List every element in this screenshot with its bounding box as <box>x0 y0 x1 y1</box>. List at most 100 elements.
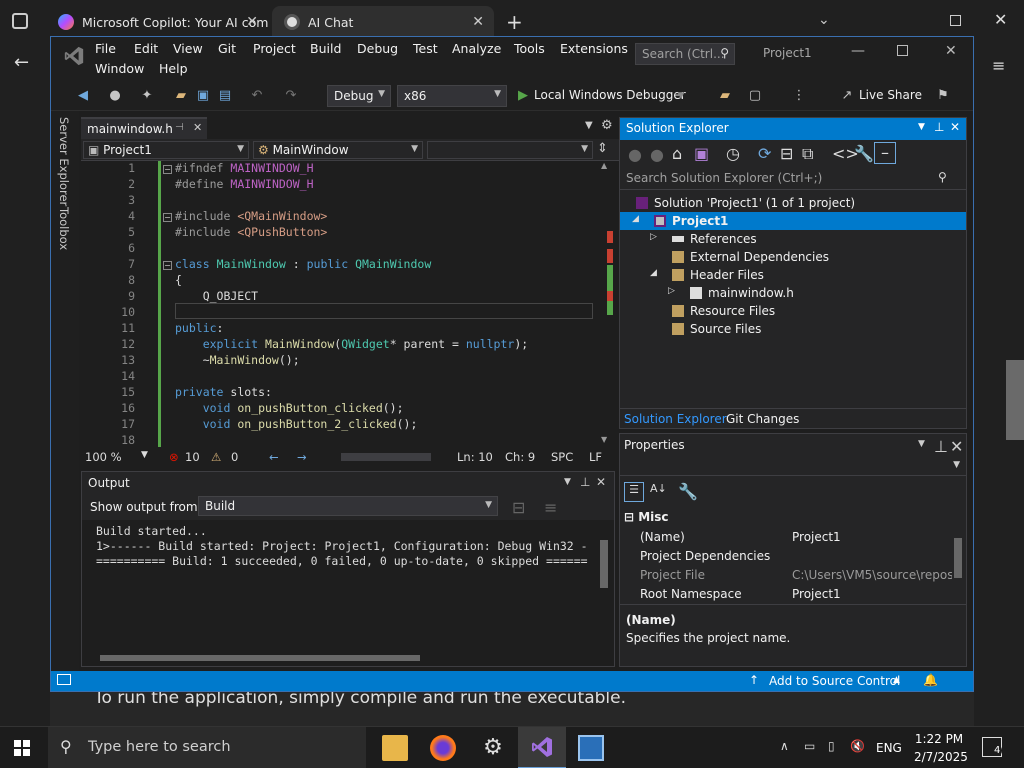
property-row-project-file[interactable]: Project File C:\Users\VM5\source\repos\P <box>620 566 952 585</box>
tree-item-header-files[interactable]: ◢ Header Files <box>620 266 966 284</box>
feedback-icon[interactable]: ⚑ <box>935 88 951 104</box>
tree-item-external-dependencies[interactable]: External Dependencies <box>620 248 966 266</box>
save-icon[interactable]: ▣ <box>195 88 211 104</box>
scroll-down-icon[interactable]: ▼ <box>601 435 607 444</box>
scrollbar-thumb[interactable] <box>954 538 962 578</box>
start-button[interactable] <box>14 740 30 756</box>
properties-wrench-icon[interactable]: 🔧 <box>854 144 874 163</box>
menu-test[interactable]: Test <box>413 41 438 56</box>
forward-icon[interactable]: ● <box>650 145 664 164</box>
object-selector-dropdown[interactable]: ▼ <box>620 456 966 476</box>
page-scrollbar-thumb[interactable] <box>1006 360 1024 440</box>
minimize-icon[interactable]: — <box>851 43 865 59</box>
live-share-button[interactable]: Live Share <box>859 88 922 102</box>
menu-edit[interactable]: Edit <box>134 41 158 56</box>
pin-icon[interactable]: ⊣ <box>175 122 184 133</box>
property-pages-icon[interactable]: 🔧 <box>678 482 698 501</box>
properties-scrollbar[interactable] <box>952 528 964 604</box>
expand-arrow-icon[interactable]: ▷ <box>668 286 675 296</box>
menu-analyze[interactable]: Analyze <box>452 41 501 56</box>
navigate-back-icon[interactable]: ◀ <box>75 88 91 104</box>
output-horizontal-scrollbar[interactable] <box>82 650 614 666</box>
output-source-dropdown[interactable]: Build ▼ <box>198 496 498 516</box>
chevron-down-icon[interactable]: ▼ <box>673 88 689 104</box>
close-icon[interactable]: ✕ <box>950 120 960 134</box>
whitespace-mode[interactable]: SPC <box>551 450 573 464</box>
previous-issue-icon[interactable]: ← <box>269 450 279 464</box>
split-editor-icon[interactable]: ⇕ <box>597 141 608 156</box>
vs-search-input[interactable]: Search (Ctrl... ⚲ <box>635 43 735 65</box>
play-icon[interactable]: ▶ <box>515 88 531 104</box>
gear-icon[interactable]: ⚙ <box>601 118 613 133</box>
close-icon[interactable]: ✕ <box>472 14 484 30</box>
expand-arrow-icon[interactable]: ◢ <box>650 268 657 278</box>
platform-dropdown[interactable]: x86 ▼ <box>397 85 507 107</box>
new-tab-button[interactable]: + <box>506 10 523 34</box>
remote-desktop-icon[interactable] <box>578 735 604 761</box>
save-all-icon[interactable]: ▤ <box>217 88 233 104</box>
sync-icon[interactable]: ⟳ <box>758 144 771 163</box>
chevron-up-icon[interactable]: ▲ <box>893 675 900 685</box>
browser-tab-ai-chat[interactable]: AI Chat ✕ <box>272 6 494 38</box>
bell-icon[interactable]: 🔔 <box>923 673 938 687</box>
menu-tools[interactable]: Tools <box>514 41 545 56</box>
property-row-root-namespace[interactable]: Root Namespace Project1 <box>620 585 950 604</box>
scrollbar-thumb[interactable] <box>600 540 608 588</box>
solution-explorer-search[interactable]: Search Solution Explorer (Ctrl+;) ⚲ <box>620 168 966 190</box>
scrollbar-thumb[interactable] <box>100 655 420 661</box>
show-hidden-icons-icon[interactable]: ∧ <box>780 739 789 753</box>
error-marker[interactable] <box>607 291 613 301</box>
close-icon[interactable]: ✕ <box>193 121 202 134</box>
menu-view[interactable]: View <box>173 41 203 56</box>
menu-debug[interactable]: Debug <box>357 41 398 56</box>
back-icon[interactable]: ● <box>628 145 642 164</box>
configuration-dropdown[interactable]: Debug ▼ <box>327 85 391 107</box>
menu-extensions[interactable]: Extensions <box>560 41 628 56</box>
switch-views-icon[interactable]: ▣ <box>694 144 709 163</box>
error-marker[interactable] <box>607 231 613 243</box>
tree-item-project[interactable]: ◢ Project1 <box>620 212 966 230</box>
tab-actions-icon[interactable] <box>12 13 28 29</box>
navigate-forward-icon[interactable]: ● <box>107 88 123 104</box>
show-all-files-icon[interactable]: ⧉ <box>802 144 813 164</box>
pin-icon[interactable]: ⊥ <box>934 120 944 134</box>
settings-gear-icon[interactable]: ⚙ <box>480 735 506 761</box>
fold-icon[interactable]: − <box>163 261 172 270</box>
zoom-level[interactable]: 100 % <box>85 450 122 464</box>
collapse-all-icon[interactable]: ⊟ <box>780 144 793 163</box>
visual-studio-taskbar-button[interactable] <box>518 727 566 768</box>
notification-center-button[interactable]: 4 <box>982 737 1003 757</box>
error-count[interactable]: 10 <box>185 450 200 464</box>
fold-icon[interactable]: − <box>163 213 172 222</box>
close-icon[interactable]: ✕ <box>950 437 963 456</box>
notifications-icon[interactable] <box>57 674 71 685</box>
back-arrow-icon[interactable]: ← <box>14 52 29 73</box>
screenshot-icon[interactable]: ▢ <box>747 88 763 104</box>
new-project-icon[interactable]: ✦ <box>139 88 155 104</box>
pending-changes-icon[interactable]: ◷ <box>726 144 740 163</box>
battery-icon[interactable]: ▯ <box>828 739 835 753</box>
clear-all-icon[interactable]: ≡ <box>544 498 557 517</box>
menu-icon[interactable]: ≡ <box>992 56 1005 75</box>
start-debugging-button[interactable]: Local Windows Debugger <box>534 88 686 102</box>
tree-item-references[interactable]: ▷ References <box>620 230 966 248</box>
line-ending[interactable]: LF <box>589 450 602 464</box>
close-window-icon[interactable]: ✕ <box>994 10 1007 29</box>
tree-item-mainwindow-h[interactable]: ▷ mainwindow.h <box>620 284 966 302</box>
chevron-down-icon[interactable]: ⌄ <box>818 12 830 28</box>
warning-count[interactable]: 0 <box>231 450 238 464</box>
find-message-icon[interactable]: ⊟ <box>512 498 525 517</box>
close-icon[interactable]: ✕ <box>246 14 258 30</box>
code-editor[interactable]: 1 2 3 4 5 6 7 8 9 10 11 12 13 14 15 16 17 18 − − − #ifnde… <box>81 161 595 447</box>
next-issue-icon[interactable]: → <box>297 450 307 464</box>
tab-solution-explorer[interactable]: Solution Explorer <box>624 412 727 426</box>
menu-project[interactable]: Project <box>253 41 296 56</box>
alphabetical-icon[interactable]: A↓ <box>650 482 667 495</box>
output-vertical-scrollbar[interactable] <box>596 520 614 650</box>
home-icon[interactable]: ⌂ <box>672 144 682 163</box>
menu-git[interactable]: Git <box>218 41 236 56</box>
tab-list-icon[interactable]: ▼ <box>585 120 593 131</box>
browser-tab-copilot[interactable]: Microsoft Copilot: Your AI comp ✕ <box>46 6 268 38</box>
chevron-down-icon[interactable]: ▼ <box>918 122 925 132</box>
toolbar-options-icon[interactable]: ⋮ <box>791 88 807 104</box>
